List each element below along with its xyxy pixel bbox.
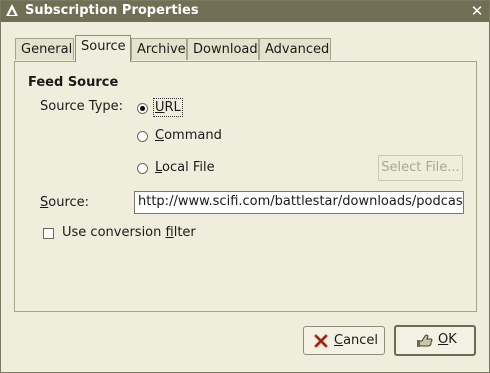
cancel-button-label: Cancel xyxy=(334,333,379,348)
source-tab-panel: Feed Source Source Type: URL Command Loc… xyxy=(14,61,477,312)
tab-general[interactable]: General xyxy=(15,38,74,60)
close-icon[interactable]: ✕ xyxy=(469,2,485,20)
ok-button-label: OK xyxy=(438,332,457,347)
window-title: Subscription Properties xyxy=(25,3,199,18)
ok-hand-icon xyxy=(417,334,433,347)
source-label: Source: xyxy=(40,195,90,210)
select-file-button[interactable]: Select File... xyxy=(378,155,463,181)
cancel-button[interactable]: Cancel xyxy=(303,326,385,355)
radio-local-file-label[interactable]: Local File xyxy=(155,160,215,175)
radio-command-label[interactable]: Command xyxy=(155,128,222,143)
feed-source-heading: Feed Source xyxy=(28,75,119,90)
radio-url-label[interactable]: URL xyxy=(153,98,183,117)
subscription-properties-dialog: Subscription Properties ✕ General Source… xyxy=(0,0,490,373)
radio-command[interactable] xyxy=(137,131,148,142)
radio-local-file[interactable] xyxy=(137,163,148,174)
title-bar: Subscription Properties ✕ xyxy=(1,1,489,22)
tab-advanced[interactable]: Advanced xyxy=(259,38,331,60)
source-url-input[interactable]: http://www.scifi.com/battlestar/download… xyxy=(134,191,464,214)
tab-download[interactable]: Download xyxy=(187,38,259,60)
tab-archive[interactable]: Archive xyxy=(131,38,187,60)
source-type-label: Source Type: xyxy=(40,99,124,114)
app-triangle-icon xyxy=(6,4,18,16)
conversion-filter-checkbox[interactable] xyxy=(43,228,54,239)
tab-source[interactable]: Source xyxy=(75,35,131,62)
conversion-filter-label[interactable]: Use conversion filter xyxy=(62,225,196,240)
cancel-x-icon xyxy=(314,334,328,348)
radio-url[interactable] xyxy=(137,103,148,114)
ok-button[interactable]: OK xyxy=(394,325,476,356)
